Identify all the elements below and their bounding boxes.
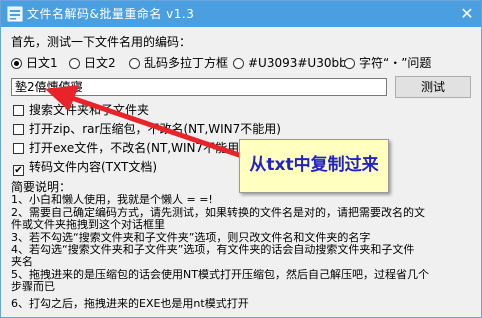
- instruction-line: 4、若勾选“搜索文件夹和子文件夹”选项，有文件夹的话会自动搜索文件夹和子文件: [11, 244, 415, 256]
- checkbox-label: 打开exe文件，不改名(NT,WIN7不能用): [29, 141, 244, 155]
- radio-indicator: [129, 58, 140, 69]
- instruction-line: 5、拖拽进来的是压缩包的话会使用NT模式打开压缩包，然后自己解压吧，过程省几个: [11, 269, 429, 281]
- annotation-callout: 从txt中复制过来: [239, 139, 389, 193]
- radio-unicode-escape[interactable]: #U3093#U30bb: [233, 56, 347, 70]
- radio-indicator: [233, 58, 244, 69]
- radio-latin-garbled[interactable]: 乱码多拉丁方框: [129, 56, 228, 70]
- radio-label: 乱码多拉丁方框: [144, 56, 229, 70]
- test-button[interactable]: 测试: [395, 76, 471, 98]
- radio-dot-char[interactable]: 字符“・”问题: [344, 56, 431, 70]
- main-panel: 首先，测试一下文件名用的编码： 日文1 日文2 乱码多拉丁方框 #U3093#U…: [1, 27, 481, 317]
- instruction-line: 件或文件夹拖拽到这个对话框里: [11, 219, 165, 231]
- option-search-subfolders[interactable]: 搜索文件夹和子文件夹: [13, 103, 149, 117]
- instruction-line: 步骤而已: [11, 281, 55, 293]
- radio-indicator: [11, 58, 22, 69]
- close-button[interactable]: ✕: [457, 4, 477, 24]
- option-open-exe[interactable]: 打开exe文件，不改名(NT,WIN7不能用): [13, 141, 244, 155]
- instruction-line: 夹名: [11, 256, 33, 268]
- radio-indicator: [69, 58, 80, 69]
- encoding-prompt-label: 首先，测试一下文件名用的编码：: [11, 35, 192, 49]
- checkbox: [13, 105, 24, 116]
- test-text-input[interactable]: 墊2僖憓僖寢: [11, 78, 387, 96]
- radio-label: 日文1: [26, 56, 58, 70]
- radio-label: 字符“・”问题: [359, 56, 432, 70]
- radio-japanese-1[interactable]: 日文1: [11, 56, 58, 70]
- radio-label: #U3093#U30bb: [248, 56, 347, 70]
- checkbox-label: 搜索文件夹和子文件夹: [29, 103, 150, 117]
- window-title: 文件名解码&批量重命名 v1.3: [27, 7, 195, 21]
- radio-indicator: [344, 58, 355, 69]
- instruction-line: 6、打勾之后，拖拽进来的EXE也是用nt模式打开: [11, 298, 249, 310]
- instruction-line: 1、小白和懒人使用，我就是个懒人 = =!: [11, 194, 213, 206]
- checkbox-label: 转码文件内容(TXT文档): [29, 160, 158, 174]
- checkbox-checked: ✔: [13, 165, 24, 176]
- checkbox-label: 打开zip、rar压缩包，不改名(NT,WIN7不能用): [29, 122, 281, 136]
- app-icon: [7, 6, 23, 22]
- title-bar[interactable]: 文件名解码&批量重命名 v1.3 ✕: [1, 1, 481, 27]
- radio-japanese-2[interactable]: 日文2: [69, 56, 116, 70]
- option-open-archives[interactable]: 打开zip、rar压缩包，不改名(NT,WIN7不能用): [13, 122, 281, 136]
- option-transcode-txt[interactable]: ✔ 转码文件内容(TXT文档): [13, 160, 158, 176]
- radio-label: 日文2: [84, 56, 116, 70]
- close-icon: ✕: [460, 4, 474, 23]
- instructions-heading: 简要说明：: [11, 180, 72, 194]
- checkbox: [13, 143, 24, 154]
- callout-text: 从txt中复制过来: [249, 155, 379, 175]
- instruction-line: 3、若不勾选“搜索文件夹和子文件夹”选项，则只改文件名和文件夹的名字: [11, 232, 371, 244]
- instruction-line: 2、需要自己确定编码方式，请先测试，如果转换的文件名是对的，请把需要改名的文: [11, 207, 425, 219]
- checkbox: [13, 124, 24, 135]
- app-window: 文件名解码&批量重命名 v1.3 ✕ 首先，测试一下文件名用的编码： 日文1 日…: [0, 0, 482, 318]
